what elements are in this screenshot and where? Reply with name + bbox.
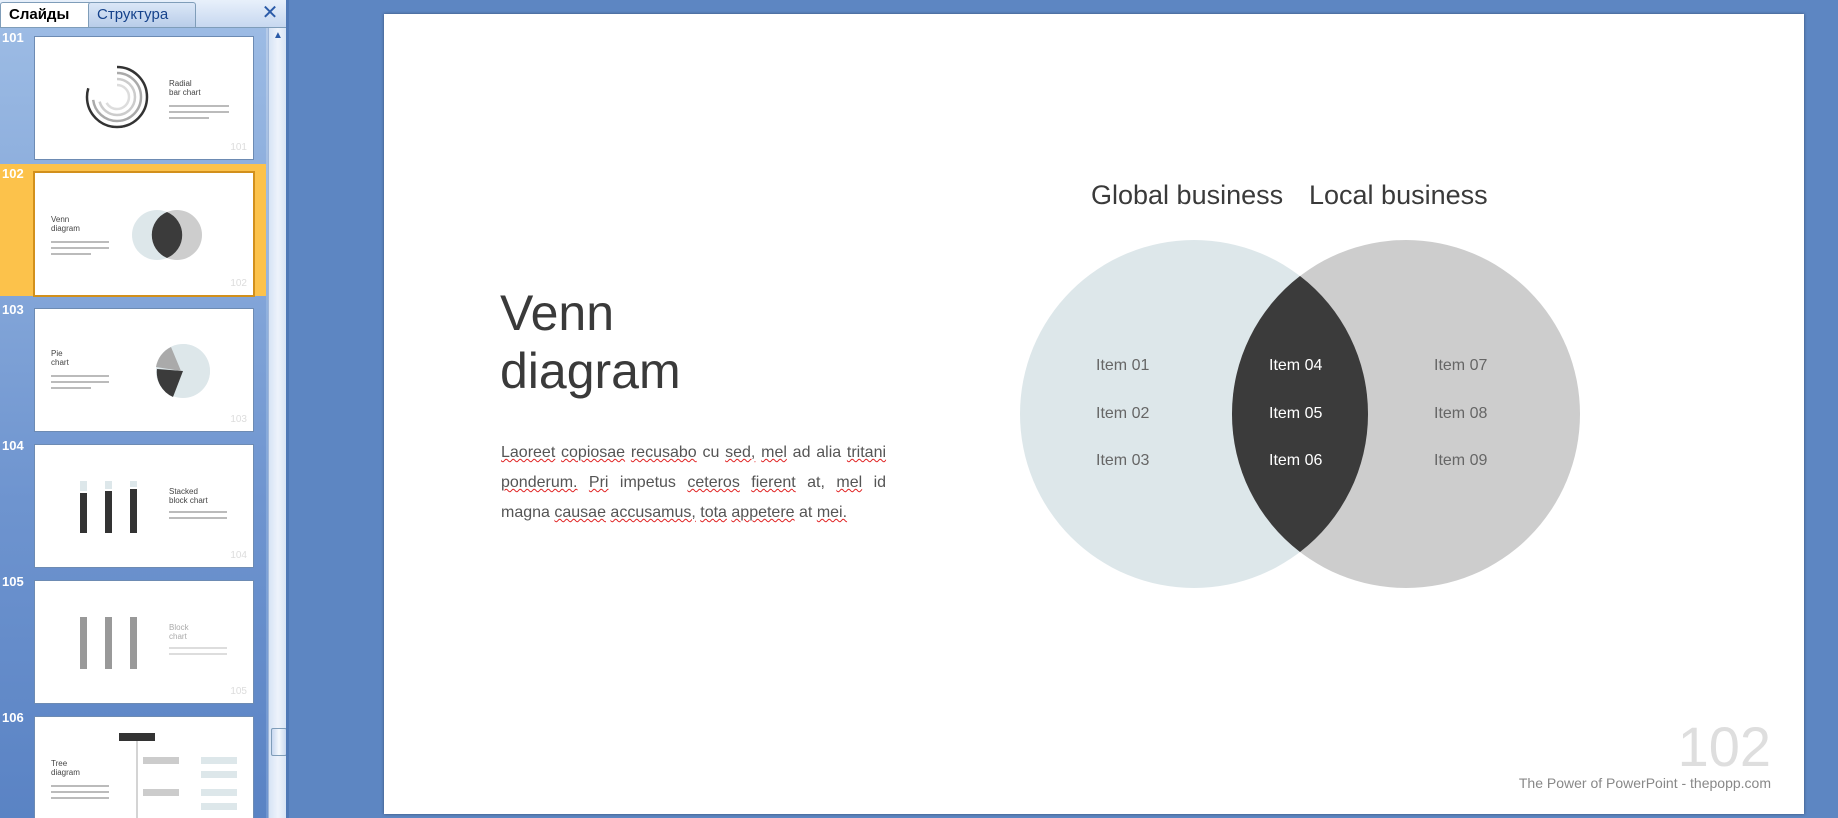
body-word: accusamus,	[610, 504, 696, 521]
slide-number: 105	[2, 574, 24, 589]
slide-title[interactable]: Venn diagram	[500, 284, 900, 400]
radial-chart-preview	[85, 65, 149, 129]
body-word: ceteros	[687, 474, 740, 491]
slide-preview[interactable]: Stacked block chart 104	[34, 444, 254, 568]
slide-preview-page: 104	[230, 550, 247, 561]
slide-preview[interactable]: Radial bar chart 101	[34, 36, 254, 160]
slide-body-text[interactable]: Laoreet copiosae recusabo cu sed, mel ad…	[501, 438, 886, 528]
body-word: Laoreet	[501, 444, 556, 461]
body-word: alia	[816, 444, 842, 461]
venn-right-set-label[interactable]: Local business	[1309, 180, 1488, 211]
body-word: mei.	[816, 504, 848, 521]
slide-title-line: diagram	[500, 343, 681, 399]
slide-preview-title: Radial bar chart	[169, 79, 201, 97]
slide-thumbnail-102[interactable]: 102 Venn diagram 102	[0, 164, 266, 297]
venn-item[interactable]: Item 05	[1269, 405, 1322, 423]
body-word: fierent	[751, 474, 796, 491]
slide-footer: The Power of PowerPoint - thepopp.com	[1518, 775, 1771, 791]
body-word: tritani	[846, 444, 887, 461]
body-word: cu	[702, 444, 720, 461]
body-word: magna	[501, 504, 550, 521]
slide-preview[interactable]: Block chart 105	[34, 580, 254, 704]
slide-thumbnail-104[interactable]: 104 Stacked block chart 104	[0, 436, 266, 568]
slide-preview[interactable]: Pie chart 103	[34, 308, 254, 432]
slides-pane: Слайды Структура ✕ 101 Radial bar chart …	[0, 0, 289, 818]
slide-preview[interactable]: Tree diagram	[34, 716, 254, 818]
slide-thumbnail-list: 101 Radial bar chart 101 102 Venn diagra…	[0, 28, 266, 818]
body-word: id	[873, 474, 887, 491]
body-word: at,	[807, 474, 825, 491]
slide-canvas[interactable]: Venn diagram Laoreet copiosae recusabo c…	[384, 14, 1804, 814]
pane-tabs: Слайды Структура ✕	[0, 0, 286, 28]
slide-number: 103	[2, 302, 24, 317]
slide-preview-page: 105	[230, 686, 247, 697]
slide-number: 102	[2, 166, 24, 181]
slide-page-number: 102	[1677, 715, 1771, 778]
close-icon[interactable]: ✕	[260, 3, 280, 23]
body-word: recusabo	[630, 444, 697, 461]
slide-preview-page: 103	[230, 414, 247, 425]
venn-item[interactable]: Item 02	[1096, 405, 1149, 423]
body-word: copiosae	[561, 444, 626, 461]
slide-title-line: Venn	[500, 285, 615, 341]
slide-preview[interactable]: Venn diagram 102	[33, 171, 255, 297]
slide-preview-title: Stacked block chart	[169, 487, 208, 505]
slide-thumbnail-103[interactable]: 103 Pie chart 103	[0, 300, 266, 432]
body-word: tota	[700, 504, 727, 521]
venn-item[interactable]: Item 03	[1096, 452, 1149, 470]
body-word: sed,	[725, 444, 756, 461]
slide-thumbnail-106[interactable]: 106 Tree diagram	[0, 708, 266, 818]
venn-item[interactable]: Item 06	[1269, 452, 1322, 470]
venn-item[interactable]: Item 07	[1434, 357, 1487, 375]
slide-preview-page: 102	[230, 278, 247, 289]
slide-preview-page: 101	[230, 142, 247, 153]
slide-preview-title: Block chart	[169, 623, 189, 641]
body-word: mel	[836, 474, 863, 491]
venn-left-set-label[interactable]: Global business	[1091, 180, 1283, 211]
body-word: mel	[761, 444, 787, 461]
body-word: impetus	[619, 474, 676, 491]
body-word: ponderum.	[501, 474, 578, 491]
block-chart-preview	[80, 617, 137, 669]
thumbnail-scrollbar[interactable]: ▲	[268, 28, 287, 818]
scroll-up-icon[interactable]: ▲	[269, 28, 287, 44]
venn-preview	[132, 210, 202, 260]
slide-thumbnail-105[interactable]: 105 Block chart 105	[0, 572, 266, 704]
body-word: at	[799, 504, 813, 521]
venn-item[interactable]: Item 01	[1096, 357, 1149, 375]
body-word: Pri	[588, 474, 609, 491]
venn-item[interactable]: Item 04	[1269, 357, 1322, 375]
slide-thumbnail-101[interactable]: 101 Radial bar chart 101	[0, 28, 266, 160]
pane-splitter[interactable]	[286, 0, 289, 818]
slide-number: 104	[2, 438, 24, 453]
slide-number: 101	[2, 30, 24, 45]
tab-slides[interactable]: Слайды	[0, 2, 92, 27]
body-word: ad	[792, 444, 811, 461]
tab-outline[interactable]: Структура	[88, 2, 196, 27]
venn-item[interactable]: Item 09	[1434, 452, 1487, 470]
stacked-block-preview	[80, 481, 137, 533]
scroll-thumb[interactable]	[271, 728, 287, 756]
pie-preview	[156, 344, 210, 398]
slide-number: 106	[2, 710, 24, 725]
venn-item[interactable]: Item 08	[1434, 405, 1487, 423]
body-word: causae	[554, 504, 606, 521]
body-word: appetere	[731, 504, 795, 521]
slide-preview-title: Tree diagram	[51, 759, 80, 777]
